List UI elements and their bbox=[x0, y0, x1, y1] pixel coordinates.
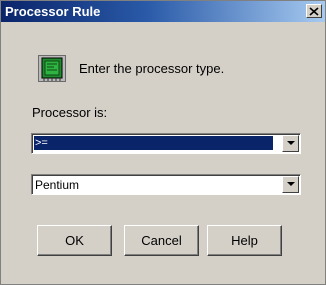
chevron-down-icon bbox=[286, 141, 295, 145]
processor-type-value: Pentium bbox=[35, 178, 80, 192]
processor-type-dropdown[interactable]: Pentium bbox=[31, 174, 301, 195]
operator-value: >= bbox=[34, 136, 273, 150]
processor-label: Processor is: bbox=[32, 105, 108, 120]
close-button[interactable] bbox=[306, 4, 322, 18]
processor-chip-icon bbox=[38, 55, 66, 82]
ok-button[interactable]: OK bbox=[37, 225, 112, 256]
chevron-down-icon bbox=[286, 182, 295, 186]
operator-dropdown[interactable]: >= bbox=[31, 133, 301, 154]
close-icon bbox=[309, 6, 319, 16]
prompt-text: Enter the processor type. bbox=[79, 61, 225, 76]
help-button[interactable]: Help bbox=[207, 225, 282, 256]
processor-type-dropdown-arrow[interactable] bbox=[282, 176, 299, 193]
processor-rule-dialog: Processor Rule Enter the processor type.… bbox=[0, 0, 326, 285]
cancel-button[interactable]: Cancel bbox=[124, 225, 199, 256]
title-bar[interactable]: Processor Rule bbox=[1, 1, 325, 22]
operator-dropdown-arrow[interactable] bbox=[282, 135, 299, 152]
window-title: Processor Rule bbox=[5, 4, 101, 19]
